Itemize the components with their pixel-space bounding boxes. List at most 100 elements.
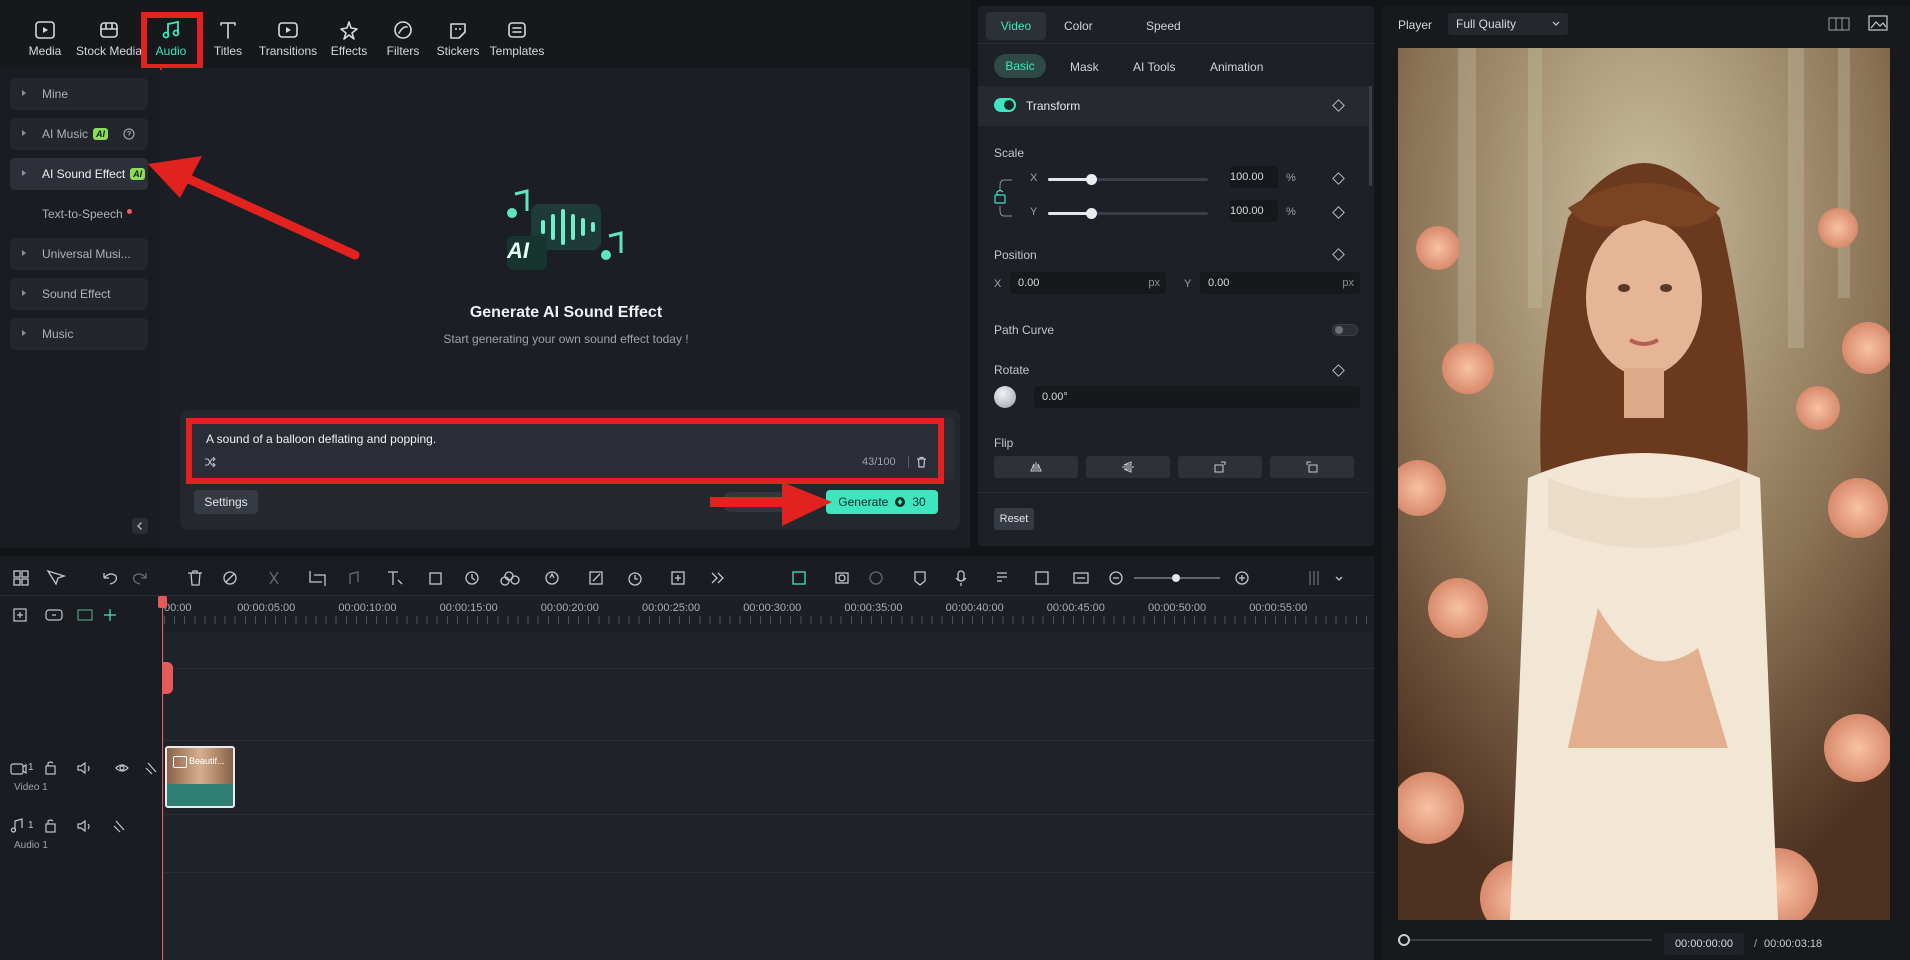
toolbar-templates-button[interactable]: Templates: [488, 10, 546, 66]
playhead-marker[interactable]: [162, 662, 173, 694]
collapse-sidebar-button[interactable]: [132, 518, 148, 534]
chevron-down-icon: [1552, 21, 1560, 26]
sidebar-item-sound-effect[interactable]: Sound Effect: [10, 278, 148, 310]
help-icon[interactable]: [123, 128, 135, 140]
snapshot-icon[interactable]: [1868, 14, 1888, 32]
toolbar-templates-label: Templates: [489, 44, 545, 58]
generate-button[interactable]: Generate 30: [826, 490, 938, 514]
reset-button[interactable]: Reset: [994, 508, 1034, 530]
track-headers: [0, 596, 164, 960]
flip-horizontal-button[interactable]: [994, 456, 1078, 478]
playback-progress-bar[interactable]: [1398, 934, 1652, 946]
audio-track-number: 1: [28, 820, 34, 831]
toolbar-media-label: Media: [28, 44, 62, 58]
time-separator: /: [1754, 938, 1758, 950]
lock-ratio-icon[interactable]: [992, 176, 1022, 220]
settings-button[interactable]: Settings: [194, 490, 258, 514]
clip-label: Beautif...: [189, 756, 225, 766]
effects-icon: [340, 21, 358, 40]
scale-x-label: X: [1030, 172, 1038, 184]
toolbar-media-button[interactable]: Media: [20, 10, 70, 66]
filters-icon: [394, 21, 412, 39]
templates-icon: [508, 22, 526, 38]
position-x-input[interactable]: 0.00 px: [1010, 272, 1166, 294]
position-y-label: Y: [1184, 278, 1192, 290]
tab-color[interactable]: Color: [1064, 19, 1093, 33]
new-dot: [126, 208, 132, 214]
ruler-label: 00:00:15:00: [439, 602, 498, 614]
rotate-input[interactable]: 0.00°: [1034, 386, 1360, 408]
ruler-ticks: [164, 616, 1374, 624]
tab-speed[interactable]: Speed: [1146, 19, 1181, 33]
subtab-mask[interactable]: Mask: [1070, 60, 1099, 74]
toolbar-stock-media-button[interactable]: Stock Media: [74, 10, 144, 66]
scale-x-input[interactable]: 100.00: [1230, 166, 1278, 188]
rotate-right-button[interactable]: [1270, 456, 1354, 478]
ruler-label: 00:00:40:00: [945, 602, 1004, 614]
tab-video[interactable]: Video: [986, 12, 1046, 40]
video-clip[interactable]: Beautif...: [165, 746, 235, 808]
generator-title: Generate AI Sound Effect: [469, 304, 663, 321]
sidebar-item-text-to-speech[interactable]: Text-to-Speech: [10, 198, 148, 230]
flip-vertical-button[interactable]: [1086, 456, 1170, 478]
toolbar-titles-button[interactable]: Titles: [205, 10, 251, 66]
layout-icon[interactable]: [1828, 16, 1850, 32]
subtab-animation[interactable]: Animation: [1210, 60, 1263, 74]
transitions-icon: [278, 22, 298, 38]
scale-y-input[interactable]: 100.00: [1230, 200, 1278, 222]
subtab-ai-tools[interactable]: AI Tools: [1133, 60, 1175, 74]
rotate-left-button[interactable]: [1178, 456, 1262, 478]
position-keyframe-icon[interactable]: [1332, 248, 1345, 261]
subtab-basic[interactable]: Basic: [994, 54, 1046, 78]
position-y-unit: px: [1342, 277, 1354, 289]
sidebar-item-ai-sound-effect[interactable]: AI Sound Effect AI: [10, 158, 148, 190]
preview-image: [1398, 48, 1890, 920]
ruler-label: 00:00:45:00: [1046, 602, 1105, 614]
toolbar-transitions-button[interactable]: Transitions: [256, 10, 320, 66]
scale-x-keyframe-icon[interactable]: [1332, 172, 1345, 185]
ruler-label: 00:00:30:00: [743, 602, 802, 614]
sidebar-item-universal-music[interactable]: Universal Musi...: [10, 238, 148, 270]
scale-y-value: 100.00: [1230, 205, 1264, 217]
arrow-to-generate: [710, 482, 832, 526]
media-icon: [35, 21, 55, 39]
time-ruler[interactable]: 00:00 00:00:05:00 00:00:10:00 00:00:15:00 00…: [164, 596, 1374, 632]
sidebar-item-label: Music: [42, 327, 74, 341]
track-area: [164, 632, 1374, 960]
rotate-dial[interactable]: [994, 386, 1016, 408]
properties-scrollbar[interactable]: [1369, 86, 1372, 186]
scale-y-slider[interactable]: [1048, 208, 1208, 219]
position-y-input[interactable]: 0.00 px: [1200, 272, 1360, 294]
ai-badge: AI: [93, 128, 109, 140]
quality-dropdown[interactable]: Full Quality: [1448, 13, 1568, 35]
transform-toggle[interactable]: [994, 98, 1016, 112]
path-curve-toggle[interactable]: [1332, 324, 1358, 336]
rotate-keyframe-icon[interactable]: [1332, 364, 1345, 377]
sidebar-item-mine[interactable]: Mine: [10, 78, 148, 110]
scale-x-value: 100.00: [1230, 171, 1264, 183]
sidebar-item-music[interactable]: Music: [10, 318, 148, 350]
sidebar-item-label: AI Sound Effect: [42, 167, 126, 181]
sidebar-item-ai-music[interactable]: AI Music AI: [10, 118, 148, 150]
player-label: Player: [1398, 18, 1433, 32]
position-label: Position: [994, 248, 1037, 262]
stock-media-icon: [100, 22, 118, 38]
sidebar-item-label: Universal Musi...: [42, 247, 131, 261]
playhead-handle[interactable]: [158, 596, 167, 608]
ruler-label: 00:00:25:00: [642, 602, 701, 614]
generator-subtitle: Start generating your own sound effect t…: [443, 332, 689, 346]
toolbar-effects-button[interactable]: Effects: [326, 10, 372, 66]
playhead[interactable]: [162, 596, 163, 960]
transform-label: Transform: [1026, 99, 1081, 113]
stickers-icon: [450, 23, 466, 39]
toolbar-filters-button[interactable]: Filters: [380, 10, 426, 66]
video-track-number: 1: [28, 762, 34, 773]
timeline-toolbar-icons: [13, 569, 1343, 586]
current-time[interactable]: 00:00:00:00: [1664, 933, 1744, 955]
track-divider: [164, 872, 1374, 873]
toolbar-stickers-button[interactable]: Stickers: [434, 10, 482, 66]
clip-play-icon: [173, 756, 187, 768]
scale-y-keyframe-icon[interactable]: [1332, 206, 1345, 219]
scale-x-slider[interactable]: [1048, 174, 1208, 185]
flip-horizontal-icon: [1030, 462, 1042, 472]
